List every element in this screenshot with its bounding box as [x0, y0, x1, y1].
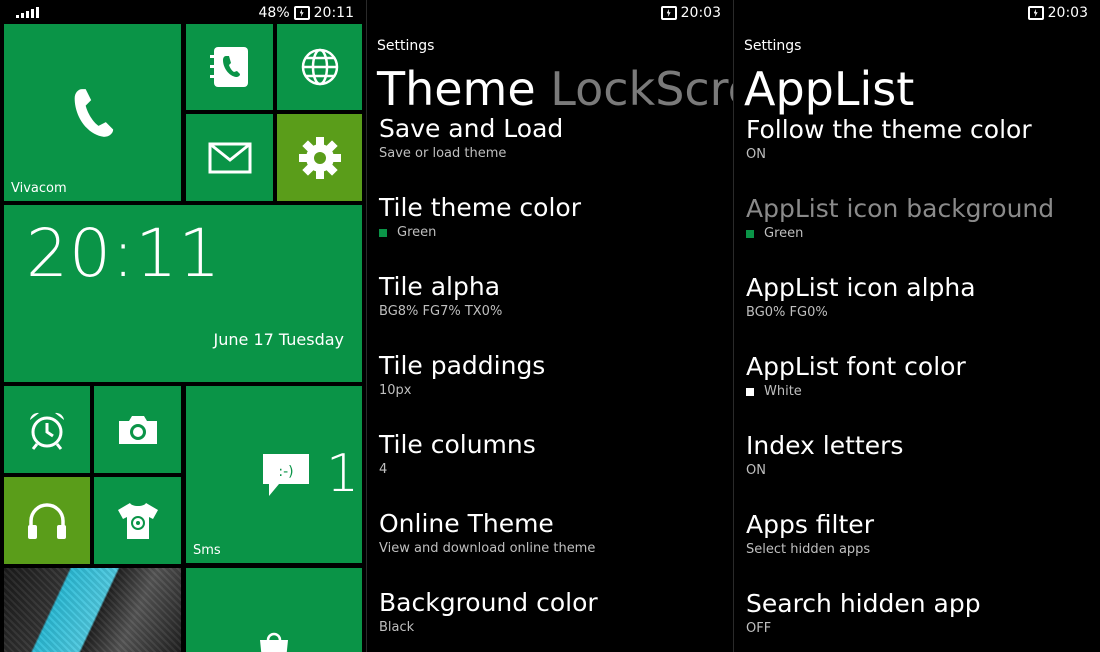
- breadcrumb: Settings: [744, 38, 802, 54]
- battery-icon: [293, 6, 310, 20]
- setting-subtitle: BG0% FG0%: [746, 305, 828, 320]
- headphones-icon: [28, 502, 66, 539]
- store-tile[interactable]: [186, 568, 362, 652]
- setting-subtitle: Green: [764, 226, 804, 241]
- setting-apps-filter[interactable]: Apps filter Select hidden apps: [746, 510, 1092, 557]
- setting-subtitle: 10px: [379, 383, 412, 398]
- mail-tile[interactable]: [186, 114, 273, 201]
- setting-subtitle: Save or load theme: [379, 146, 507, 161]
- clock-tile[interactable]: 20:11 June 17 Tuesday: [4, 205, 362, 382]
- setting-title: AppList icon alpha: [746, 273, 976, 302]
- gear-icon: [298, 136, 341, 179]
- setting-follow-theme-color[interactable]: Follow the theme color ON: [746, 115, 1092, 162]
- setting-subtitle: Black: [379, 620, 415, 635]
- pivot-tab-lockscreen[interactable]: LockScre: [550, 62, 733, 116]
- setting-subtitle: Select hidden apps: [746, 542, 871, 557]
- setting-title: Tile columns: [379, 430, 536, 459]
- globe-icon: [301, 48, 338, 86]
- setting-subtitle: ON: [746, 463, 766, 478]
- status-bar: 20:03: [734, 0, 1100, 26]
- setting-background-color[interactable]: Background color Black: [379, 588, 725, 635]
- color-swatch: [379, 228, 387, 237]
- status-time: 20:03: [1047, 5, 1088, 21]
- setting-applist-icon-background[interactable]: AppList icon background Green: [746, 194, 1092, 241]
- alarm-clock-icon: [30, 412, 64, 450]
- pivot-header: AppList: [744, 62, 914, 116]
- setting-subtitle: View and download online theme: [379, 541, 596, 556]
- setting-online-theme[interactable]: Online Theme View and download online th…: [379, 509, 725, 556]
- setting-subtitle: Green: [397, 225, 437, 240]
- setting-subtitle: White: [764, 384, 802, 399]
- sms-count: 1: [326, 444, 360, 504]
- status-bar: 20:03: [367, 0, 733, 26]
- setting-title: Save and Load: [379, 114, 564, 143]
- sms-tile-label: Sms: [193, 543, 221, 558]
- setting-index-letters[interactable]: Index letters ON: [746, 431, 1092, 478]
- setting-applist-icon-alpha[interactable]: AppList icon alpha BG0% FG0%: [746, 273, 1092, 320]
- phone-icon: [74, 88, 113, 137]
- contacts-book-icon: [209, 47, 248, 87]
- status-time: 20:11: [313, 5, 354, 21]
- setting-title: AppList icon background: [746, 194, 1055, 223]
- tshirt-icon: [117, 502, 158, 539]
- alarm-tile[interactable]: [4, 386, 90, 473]
- camera-icon: [118, 415, 157, 444]
- svg-text::-): :-): [278, 464, 293, 480]
- signal-icon: [16, 7, 39, 18]
- setting-tile-columns[interactable]: Tile columns 4: [379, 430, 725, 477]
- setting-title: Index letters: [746, 431, 904, 460]
- setting-subtitle: 4: [379, 462, 388, 477]
- setting-title: Online Theme: [379, 509, 554, 538]
- message-bubble-icon: :-): [263, 454, 309, 496]
- setting-title: Background color: [379, 588, 598, 617]
- setting-tile-alpha[interactable]: Tile alpha BG8% FG7% TX0%: [379, 272, 725, 319]
- setting-subtitle: ON: [746, 147, 766, 162]
- clock-time: 20:11: [26, 215, 222, 292]
- battery-percent: 48%: [258, 5, 290, 21]
- battery-icon: [660, 6, 677, 20]
- pivot-header: Theme LockScre: [377, 62, 733, 116]
- phone-tile-label: Vivacom: [11, 181, 67, 196]
- music-tile[interactable]: [4, 477, 90, 564]
- photos-tile[interactable]: [4, 568, 181, 652]
- setting-title: Search hidden app: [746, 589, 981, 618]
- setting-title: Tile paddings: [379, 351, 546, 380]
- mail-icon: [208, 142, 251, 173]
- settings-tile[interactable]: [277, 114, 362, 201]
- browser-tile[interactable]: [277, 24, 362, 110]
- setting-subtitle: BG8% FG7% TX0%: [379, 304, 503, 319]
- applist-settings-panel: 20:03 Settings AppList Follow the theme …: [734, 0, 1100, 652]
- theme-settings-panel: 20:03 Settings Theme LockScre Save and L…: [367, 0, 733, 652]
- setting-tile-theme-color[interactable]: Tile theme color Green: [379, 193, 725, 240]
- color-swatch: [746, 387, 754, 396]
- setting-tile-paddings[interactable]: Tile paddings 10px: [379, 351, 725, 398]
- phone-tile[interactable]: Vivacom: [4, 24, 181, 201]
- battery-icon: [1027, 6, 1044, 20]
- setting-title: Follow the theme color: [746, 115, 1032, 144]
- setting-save-and-load[interactable]: Save and Load Save or load theme: [379, 114, 725, 161]
- setting-applist-font-color[interactable]: AppList font color White: [746, 352, 1092, 399]
- setting-search-hidden-app[interactable]: Search hidden app OFF: [746, 589, 1092, 636]
- status-time: 20:03: [680, 5, 721, 21]
- theme-tile[interactable]: [94, 477, 181, 564]
- color-swatch: [746, 229, 754, 238]
- contacts-tile[interactable]: [186, 24, 273, 110]
- setting-title: Apps filter: [746, 510, 874, 539]
- clock-date: June 17 Tuesday: [213, 330, 344, 349]
- start-screen: 48% 20:11 Vivacom 20:11 June 17 Tuesday …: [0, 0, 366, 652]
- setting-title: AppList font color: [746, 352, 966, 381]
- breadcrumb: Settings: [377, 38, 435, 54]
- pivot-tab-applist[interactable]: AppList: [744, 62, 914, 116]
- setting-title: Tile theme color: [379, 193, 581, 222]
- camera-tile[interactable]: [94, 386, 181, 473]
- shopping-bag-icon: [260, 632, 288, 652]
- status-bar: 48% 20:11: [0, 0, 366, 26]
- setting-subtitle: OFF: [746, 621, 772, 636]
- sms-tile[interactable]: :-) 1 Sms: [186, 386, 362, 563]
- pivot-tab-theme[interactable]: Theme: [377, 62, 536, 116]
- setting-title: Tile alpha: [379, 272, 501, 301]
